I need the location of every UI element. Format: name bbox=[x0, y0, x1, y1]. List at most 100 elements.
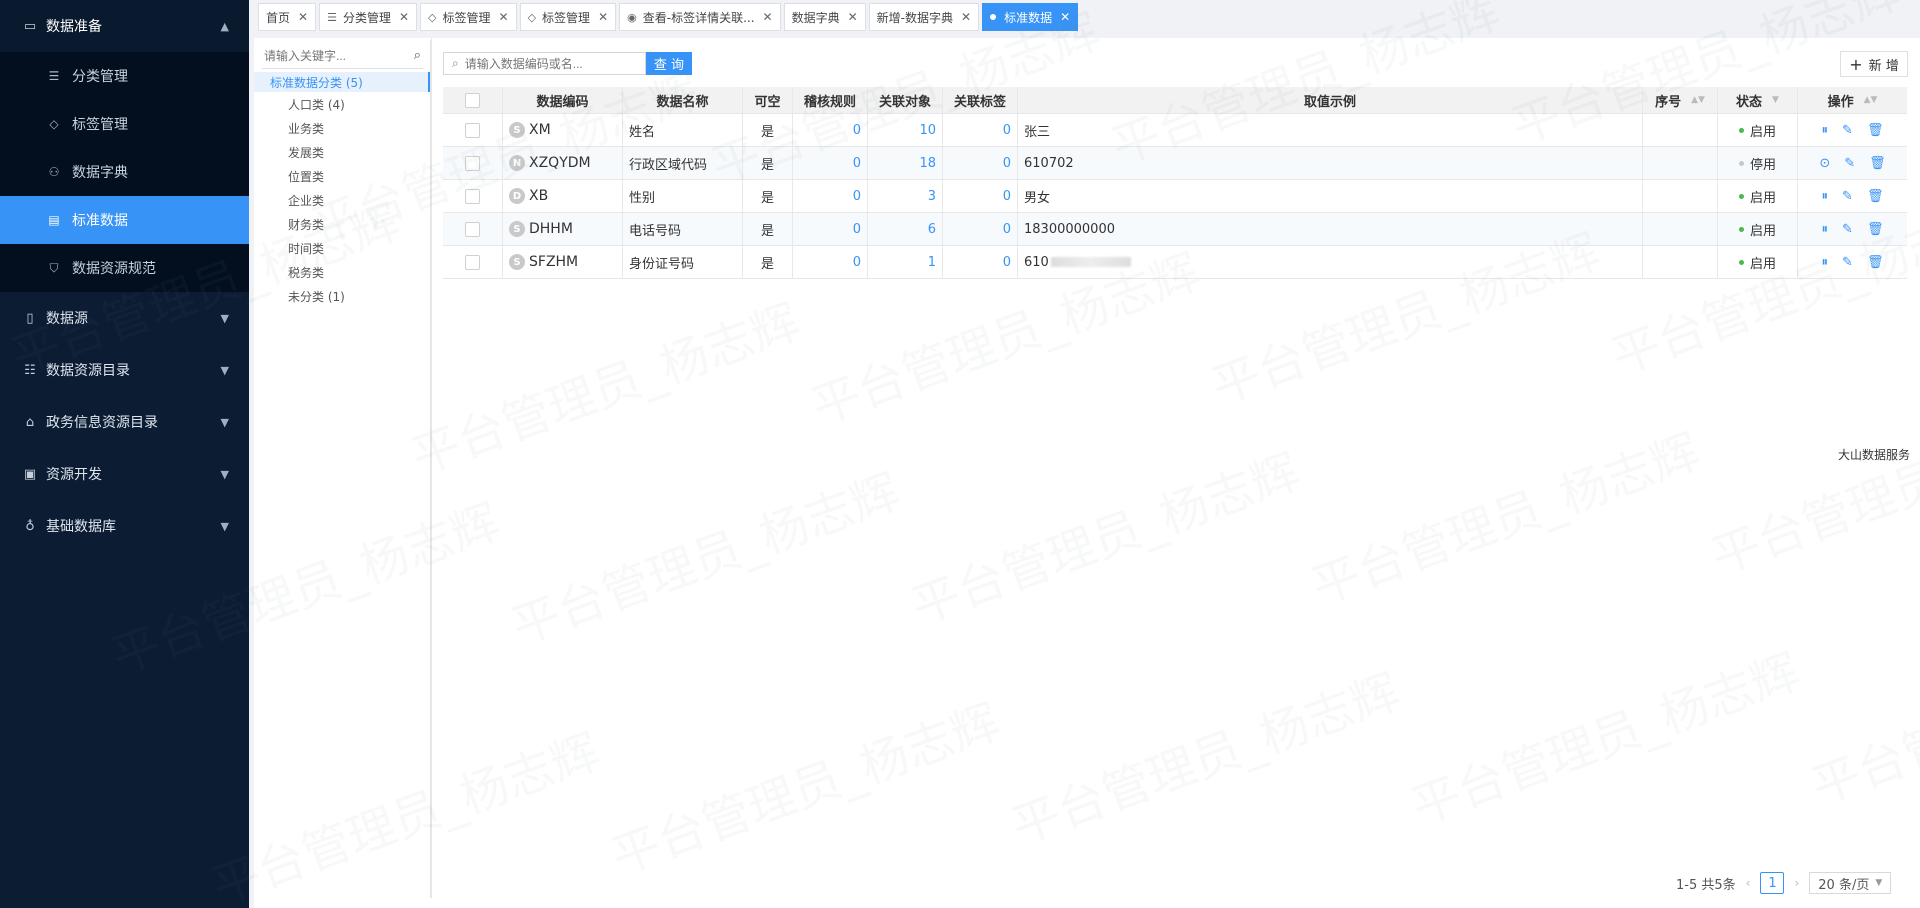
row-checkbox[interactable] bbox=[465, 155, 480, 171]
nav-group-base-db[interactable]: ♁ 基础数据库 ▼ bbox=[0, 500, 249, 552]
table-row[interactable]: S SFZHM 身份证号码是 0 1 0 610 启用 ⏸ ✎ 🗑 bbox=[443, 246, 1907, 279]
page-number[interactable]: 1 bbox=[1760, 872, 1785, 894]
close-icon[interactable]: ✕ bbox=[763, 10, 773, 24]
sidebar-item-dictionary[interactable]: ⚇ 数据字典 bbox=[0, 148, 249, 196]
row-checkbox[interactable] bbox=[465, 221, 480, 237]
close-icon[interactable]: ✕ bbox=[499, 10, 509, 24]
filter-icon[interactable]: ▼ bbox=[1772, 95, 1779, 105]
cell-objects[interactable]: 3 bbox=[868, 180, 943, 212]
tab-view-tag-detail[interactable]: ◉ 查看-标签详情关联... ✕ bbox=[619, 3, 781, 31]
search-icon[interactable]: ⌕ bbox=[414, 48, 421, 63]
tree-root[interactable]: 标准数据分类 (5) bbox=[254, 72, 431, 92]
tab-new-dictionary[interactable]: 新增-数据字典 ✕ bbox=[868, 3, 980, 31]
delete-icon[interactable]: 🗑 bbox=[1867, 255, 1884, 270]
close-icon[interactable]: ✕ bbox=[1060, 10, 1070, 24]
add-button[interactable]: + 新 增 bbox=[1840, 51, 1908, 77]
tab-standard-data[interactable]: 标准数据 ✕ bbox=[982, 3, 1079, 31]
list-icon: ☰ bbox=[327, 10, 337, 24]
pause-icon[interactable]: ⏸ bbox=[1822, 255, 1829, 270]
panel-divider[interactable] bbox=[430, 40, 431, 898]
cell-objects[interactable]: 10 bbox=[868, 114, 943, 146]
nav-group-resource-dev[interactable]: ▣ 资源开发 ▼ bbox=[0, 448, 249, 500]
tab-home[interactable]: 首页 ✕ bbox=[258, 3, 317, 31]
cell-objects[interactable]: 18 bbox=[868, 147, 943, 179]
tab-category[interactable]: ☰ 分类管理 ✕ bbox=[319, 3, 418, 31]
close-icon[interactable]: ✕ bbox=[298, 10, 308, 24]
tree-node[interactable]: 未分类 (1) bbox=[254, 284, 431, 308]
tree-search-input[interactable] bbox=[262, 45, 402, 67]
tab-tags-2[interactable]: ◇ 标签管理 ✕ bbox=[519, 3, 617, 31]
next-page-icon[interactable]: › bbox=[1794, 876, 1799, 890]
edit-icon[interactable]: ✎ bbox=[1844, 156, 1855, 171]
tree-node[interactable]: 企业类 bbox=[254, 188, 431, 212]
cell-rules[interactable]: 0 bbox=[793, 213, 868, 245]
prev-page-icon[interactable]: ‹ bbox=[1746, 876, 1751, 890]
cell-rules[interactable]: 0 bbox=[793, 114, 868, 146]
cell-rules[interactable]: 0 bbox=[793, 180, 868, 212]
cell-code: S DHHM bbox=[503, 213, 623, 245]
tab-tags-1[interactable]: ◇ 标签管理 ✕ bbox=[420, 3, 517, 31]
nav-group-data-prep[interactable]: ▭ 数据准备 ▲ bbox=[0, 0, 249, 52]
tree-node[interactable]: 位置类 bbox=[254, 164, 431, 188]
edit-icon[interactable]: ✎ bbox=[1842, 255, 1853, 270]
sidebar-item-standard-data[interactable]: ▤ 标准数据 bbox=[0, 196, 249, 244]
cell-tags[interactable]: 0 bbox=[943, 114, 1018, 146]
edit-icon[interactable]: ✎ bbox=[1842, 222, 1853, 237]
table-row[interactable]: S DHHM 电话号码是 0 6 0 18300000000 启用 ⏸ ✎ 🗑 bbox=[443, 213, 1907, 246]
cell-objects[interactable]: 1 bbox=[868, 246, 943, 278]
sort-icon[interactable]: ▲▼ bbox=[1864, 95, 1878, 105]
cell-rules[interactable]: 0 bbox=[793, 246, 868, 278]
edit-icon[interactable]: ✎ bbox=[1842, 189, 1853, 204]
pause-icon[interactable]: ⏸ bbox=[1822, 189, 1829, 204]
cell-objects[interactable]: 6 bbox=[868, 213, 943, 245]
close-icon[interactable]: ✕ bbox=[961, 10, 971, 24]
sidebar-item-resource-spec[interactable]: ⛉ 数据资源规范 bbox=[0, 244, 249, 292]
status-text: 停用 bbox=[1749, 157, 1776, 173]
cell-status: 启用 bbox=[1718, 213, 1798, 245]
close-icon[interactable]: ✕ bbox=[399, 10, 409, 24]
row-checkbox[interactable] bbox=[465, 188, 480, 204]
tree-node[interactable]: 业务类 bbox=[254, 116, 431, 140]
col-ops[interactable]: 操作 ▲▼ bbox=[1798, 87, 1907, 113]
close-icon[interactable]: ✕ bbox=[848, 10, 858, 24]
edit-icon[interactable]: ✎ bbox=[1842, 123, 1853, 138]
tree-node[interactable]: 人口类 (4) bbox=[254, 92, 431, 116]
delete-icon[interactable]: 🗑 bbox=[1869, 156, 1886, 171]
sidebar-item-tags[interactable]: ◇ 标签管理 bbox=[0, 100, 249, 148]
enable-icon[interactable]: ⊙ bbox=[1819, 156, 1830, 171]
delete-icon[interactable]: 🗑 bbox=[1867, 189, 1884, 204]
close-icon[interactable]: ✕ bbox=[598, 10, 608, 24]
page-size-select[interactable]: 20 条/页 ▼ bbox=[1809, 872, 1892, 894]
pause-icon[interactable]: ⏸ bbox=[1822, 123, 1829, 138]
nav-group-resource-catalog[interactable]: ☷ 数据资源目录 ▼ bbox=[0, 344, 249, 396]
pause-icon[interactable]: ⏸ bbox=[1822, 222, 1829, 237]
tree-node[interactable]: 时间类 bbox=[254, 236, 431, 260]
col-status[interactable]: 状态 ▼ bbox=[1718, 87, 1798, 113]
table-row[interactable]: S XM 姓名是 0 10 0 张三 启用 ⏸ ✎ 🗑 bbox=[443, 114, 1907, 147]
nav-group-datasource[interactable]: ▯ 数据源 ▼ bbox=[0, 292, 249, 344]
data-search-input[interactable] bbox=[464, 56, 635, 71]
cell-tags[interactable]: 0 bbox=[943, 213, 1018, 245]
delete-icon[interactable]: 🗑 bbox=[1867, 123, 1884, 138]
sidebar-item-category[interactable]: ☰ 分类管理 bbox=[0, 52, 249, 100]
sort-icon[interactable]: ▲▼ bbox=[1691, 95, 1705, 105]
table-row[interactable]: D XB 性别是 0 3 0 男女 启用 ⏸ ✎ 🗑 bbox=[443, 180, 1907, 213]
col-seq[interactable]: 序号 ▲▼ bbox=[1643, 87, 1718, 113]
tree-node[interactable]: 财务类 bbox=[254, 212, 431, 236]
cell-rules[interactable]: 0 bbox=[793, 147, 868, 179]
cell-tags[interactable]: 0 bbox=[943, 180, 1018, 212]
select-all-checkbox[interactable] bbox=[465, 92, 480, 108]
row-checkbox[interactable] bbox=[465, 122, 480, 138]
query-button[interactable]: 查 询 bbox=[646, 52, 692, 75]
cell-name: 性别 bbox=[623, 180, 743, 212]
tab-dictionary[interactable]: 数据字典 ✕ bbox=[783, 3, 866, 31]
tree-node[interactable]: 发展类 bbox=[254, 140, 431, 164]
nav-group-gov-catalog[interactable]: ⌂ 政务信息资源目录 ▼ bbox=[0, 396, 249, 448]
cell-tags[interactable]: 0 bbox=[943, 147, 1018, 179]
row-checkbox[interactable] bbox=[465, 254, 480, 270]
network-icon: ⚇ bbox=[48, 165, 60, 179]
cell-tags[interactable]: 0 bbox=[943, 246, 1018, 278]
table-row[interactable]: N XZQYDM 行政区域代码是 0 18 0 610702 停用 ⊙ ✎ 🗑 bbox=[443, 147, 1907, 180]
delete-icon[interactable]: 🗑 bbox=[1867, 222, 1884, 237]
tree-node[interactable]: 税务类 bbox=[254, 260, 431, 284]
